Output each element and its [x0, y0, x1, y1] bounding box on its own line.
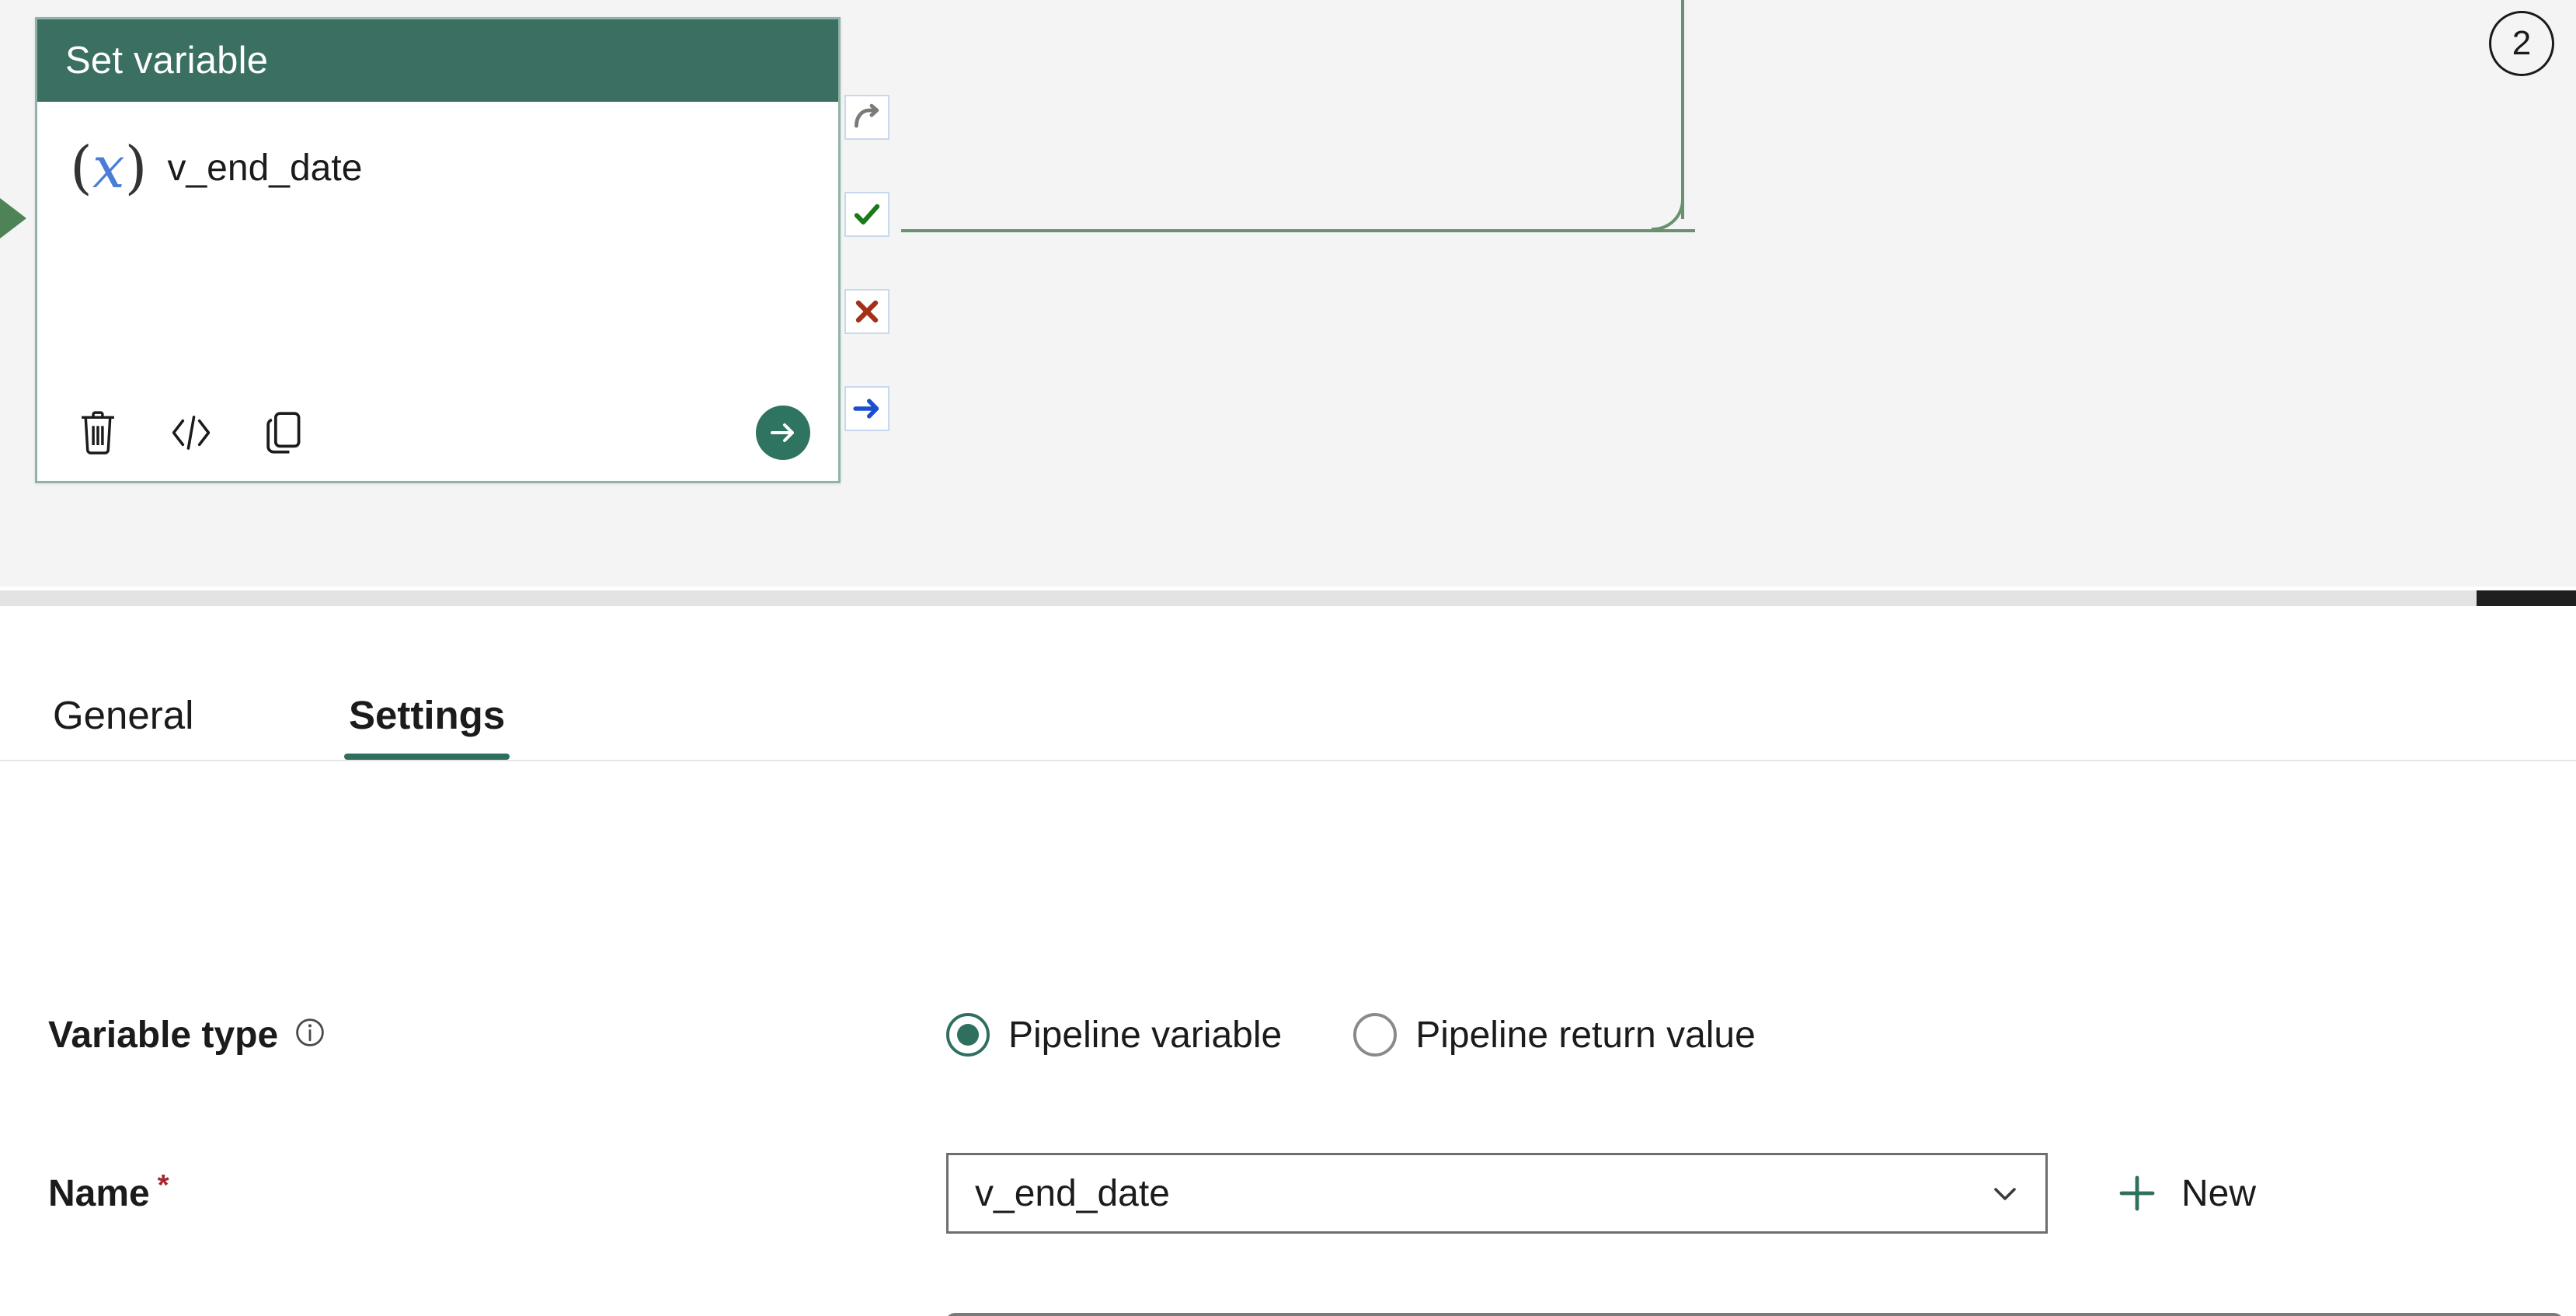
tab-general-underline	[48, 754, 198, 760]
variable-name-dropdown-value: v_end_date	[975, 1172, 1170, 1214]
on-skip-port[interactable]	[844, 95, 889, 140]
incoming-connector-arrow-icon	[0, 198, 26, 238]
trash-icon[interactable]	[70, 405, 126, 461]
success-connector-line	[901, 229, 1695, 232]
activity-title: Set variable	[65, 40, 269, 82]
radio-pipeline-return-value[interactable]: Pipeline return value	[1353, 1013, 1756, 1057]
run-arrow-button[interactable]	[756, 406, 810, 460]
new-variable-label: New	[2181, 1172, 2257, 1214]
screen-root: Set variable (𝑥) v_end_date 2 General Se…	[0, 0, 2576, 1316]
variable-type-label-text: Variable type	[48, 1014, 279, 1056]
tab-general-label: General	[53, 693, 194, 737]
required-asterisk: *	[157, 1168, 169, 1202]
plus-icon	[2115, 1171, 2160, 1216]
value-row: Value @addToTime(concat(variables('v_dat…	[0, 1313, 2576, 1316]
variable-type-label: Variable type	[48, 1014, 326, 1057]
on-failure-port[interactable]	[844, 289, 889, 334]
copy-icon[interactable]	[256, 405, 312, 461]
tab-settings-label: Settings	[349, 693, 506, 737]
connector-vertical-line	[1681, 0, 1684, 219]
radio-pipeline-return-value-mark	[1353, 1013, 1398, 1057]
scrollbar-thumb[interactable]	[2477, 590, 2576, 606]
activity-card-actions	[70, 405, 810, 461]
tab-settings[interactable]: Settings	[344, 692, 510, 760]
fx-variable-icon: (𝑥)	[70, 134, 148, 201]
variable-name-dropdown[interactable]: v_end_date	[946, 1153, 2048, 1234]
radio-pipeline-variable-dot	[957, 1024, 979, 1046]
radio-pipeline-variable[interactable]: Pipeline variable	[946, 1013, 1282, 1057]
code-icon[interactable]	[163, 405, 219, 461]
step-number-text: 2	[2512, 24, 2532, 62]
set-variable-activity-card[interactable]: Set variable (𝑥) v_end_date	[35, 17, 841, 483]
info-icon[interactable]	[294, 1015, 326, 1048]
name-label-text: Name	[48, 1172, 150, 1214]
activity-variable-name: v_end_date	[167, 147, 363, 189]
activity-variable-row: (𝑥) v_end_date	[70, 139, 362, 197]
step-number-badge: 2	[2489, 11, 2554, 76]
radio-pipeline-variable-label: Pipeline variable	[1008, 1014, 1283, 1056]
variable-type-row: Variable type Pipeline variable Pipeline…	[0, 994, 2576, 1075]
tab-general[interactable]: General	[48, 692, 198, 760]
pipeline-canvas[interactable]: Set variable (𝑥) v_end_date 2	[0, 0, 2576, 587]
panel-tab-bar: General Settings	[0, 608, 2576, 761]
tab-settings-underline	[344, 754, 510, 760]
name-row: Name * v_end_date New	[0, 1153, 2576, 1234]
name-label: Name *	[48, 1168, 169, 1215]
radio-pipeline-return-value-dot	[1364, 1024, 1386, 1046]
radio-pipeline-return-value-label: Pipeline return value	[1415, 1014, 1756, 1056]
new-variable-button[interactable]: New	[2115, 1171, 2256, 1216]
canvas-horizontal-scrollbar[interactable]	[0, 590, 2576, 606]
chevron-down-icon	[1986, 1175, 2024, 1212]
activity-output-ports	[844, 95, 894, 483]
value-expression-input[interactable]: @addToTime(concat(variables('v_date'),'-…	[945, 1313, 2564, 1316]
connector-corner	[1652, 198, 1684, 231]
activity-properties-panel: General Settings Variable type Pipeline …	[0, 608, 2576, 1316]
on-success-port[interactable]	[844, 192, 889, 237]
activity-card-body: (𝑥) v_end_date	[37, 102, 838, 481]
activity-card-header: Set variable	[37, 19, 838, 102]
radio-pipeline-variable-mark	[946, 1013, 990, 1057]
on-completion-port[interactable]	[844, 386, 889, 431]
variable-type-radio-group: Pipeline variable Pipeline return value	[946, 1013, 1827, 1057]
